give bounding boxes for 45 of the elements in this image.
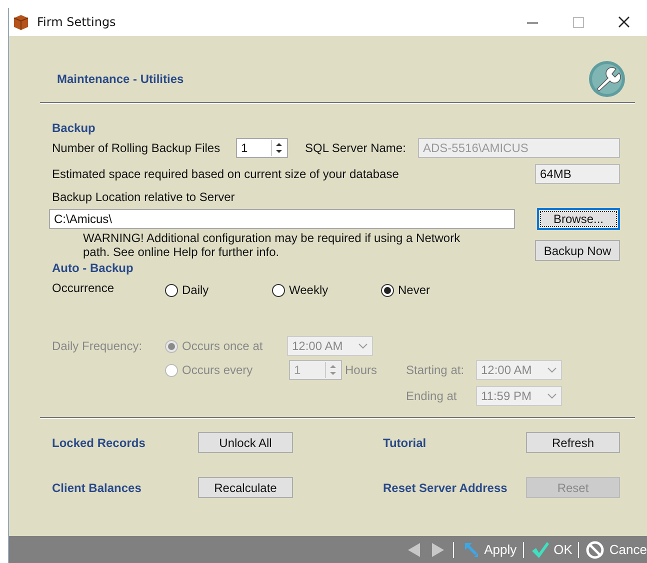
radio-option: Occurs once at [165, 339, 287, 353]
prohibited-icon [585, 540, 606, 560]
field-label: SQL Server Name: [305, 141, 407, 155]
field-label: Occurrence [52, 281, 116, 295]
chevron-down-icon [358, 343, 368, 349]
chevron-down-icon [547, 393, 557, 399]
radio-option[interactable]: Never [381, 283, 481, 297]
field-label: Number of Rolling Backup Files [52, 141, 222, 155]
field-label: Estimated space required based on current size of your database [52, 167, 400, 181]
apply-button[interactable]: Apply [460, 540, 517, 560]
utility-label: Client Balances [52, 480, 142, 494]
location-field[interactable]: C:\Amicus\ [49, 209, 515, 229]
radio-option: Occurs every [165, 363, 289, 377]
section-title: Maintenance - Utilities [57, 72, 185, 86]
utility-label: Reset Server Address [383, 480, 508, 494]
utility-label: Tutorial [383, 436, 428, 450]
cancel-button[interactable]: Cance [585, 540, 647, 560]
size-field: 64MB [535, 164, 620, 184]
wrench-icon [588, 60, 626, 98]
utility-button: Reset [526, 477, 620, 498]
radio-option[interactable]: Daily [165, 283, 272, 297]
ok-button[interactable]: OK [530, 540, 572, 560]
field-label: Starting at: [406, 363, 466, 377]
field-label: Daily Frequency: [52, 339, 144, 353]
server-name-field: ADS-5516\AMICUS [418, 138, 620, 158]
radio-option[interactable]: Weekly [272, 283, 381, 297]
number-spinner[interactable]: 1 [236, 138, 288, 158]
field-label: Ending at [406, 389, 458, 403]
chevron-down-icon [547, 367, 557, 373]
checkmark-icon [530, 540, 550, 560]
utility-button[interactable]: Recalculate [198, 477, 293, 498]
section-heading: Auto - Backup [52, 261, 134, 275]
warning-text: WARNING! Additional configuration may be required if using a Network path. See online Help for further info. [83, 231, 462, 259]
window-title: Firm Settings [37, 15, 117, 29]
browse-button[interactable]: Browse... [537, 208, 620, 230]
utility-label: Locked Records [52, 436, 146, 450]
utility-button[interactable]: Unlock All [198, 432, 293, 453]
field-label: Backup Location relative to Server [52, 190, 236, 204]
box-icon [12, 13, 30, 31]
unit-label: Hours [345, 363, 378, 377]
maximize-icon [572, 16, 584, 28]
close-icon [618, 16, 630, 28]
utility-button[interactable]: Refresh [526, 432, 620, 453]
section-heading: Backup [52, 121, 96, 135]
backup-now-button[interactable]: Backup Now [535, 240, 620, 261]
